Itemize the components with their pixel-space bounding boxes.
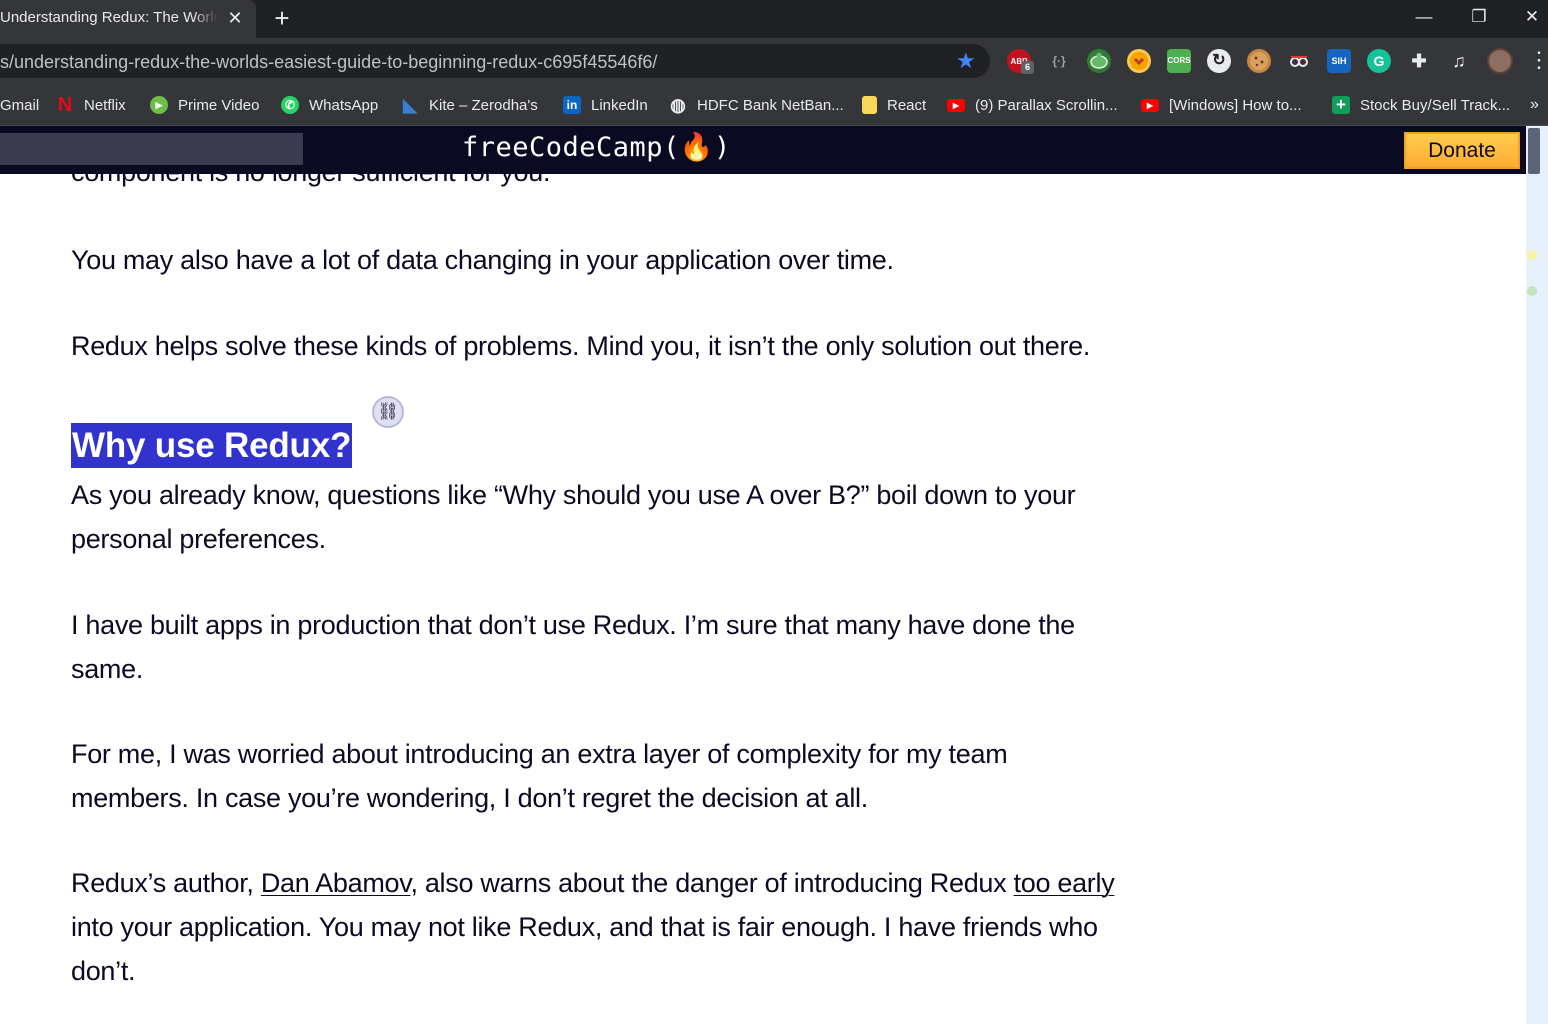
folder-note-icon [862, 96, 877, 114]
bookmark-label: Kite – Zerodha's [429, 96, 538, 114]
cookie-extension-icon[interactable] [1247, 49, 1271, 73]
adblock-plus-icon[interactable]: ABP 6 [1007, 49, 1034, 74]
paragraph-text: into your application. You may not like … [71, 912, 1098, 986]
sheets-plus-icon: + [1332, 95, 1350, 114]
article-body: component is no longer sufficient for yo… [0, 174, 1526, 1024]
paragraph: Redux helps solve these kinds of problem… [71, 331, 1091, 361]
sih-extension-icon[interactable]: SIH [1327, 49, 1351, 73]
linkedin-icon: in [563, 96, 581, 114]
bookmark-label: [Windows] How to... [1169, 96, 1302, 114]
paragraph: I have built apps in production that don… [71, 610, 1075, 684]
globe-icon: ◍ [670, 94, 686, 115]
too-early-link[interactable]: too early [1014, 868, 1115, 898]
paragraph: Redux’s author, Dan Abamov, also warns a… [71, 861, 1141, 993]
pocket-extension-icon[interactable] [1127, 49, 1151, 73]
paragraph-cutoff: component is no longer sufficient for yo… [71, 174, 551, 194]
youtube-icon: ▶ [1141, 98, 1159, 112]
refresh-extension-icon[interactable]: ↻ [1207, 49, 1231, 73]
cors-extension-icon[interactable]: CORS [1167, 49, 1191, 73]
scrollbar-thumb[interactable] [1528, 128, 1540, 174]
bookmark-kite-zerodha[interactable]: ◣ Kite – Zerodha's [401, 93, 538, 117]
spy-extension-icon[interactable] [1287, 49, 1311, 73]
extensions-puzzle-icon[interactable]: ✚ [1407, 49, 1431, 73]
bookmark-netflix[interactable]: N Netflix [56, 93, 126, 117]
grammarly-icon[interactable]: G [1367, 49, 1391, 73]
minimize-icon[interactable]: — [1404, 4, 1444, 30]
bookmark-label: React [887, 96, 927, 114]
bookmark-parallax[interactable]: ▶ (9) Parallax Scrollin... [947, 93, 1118, 117]
donate-button[interactable]: Donate [1404, 132, 1520, 169]
youtube-icon: ▶ [947, 98, 965, 112]
media-control-icon[interactable]: ♫ [1447, 49, 1471, 73]
bookmark-label: Stock Buy/Sell Track... [1360, 96, 1511, 114]
address-bar[interactable]: s/understanding-redux-the-worlds-easiest… [0, 44, 990, 78]
close-window-icon[interactable]: ✕ [1516, 4, 1548, 30]
netflix-icon: N [57, 93, 73, 116]
scroll-marker [1527, 250, 1537, 260]
bookmark-label: Gmail [0, 96, 40, 114]
paragraph-text: , also warns about the danger of introdu… [410, 868, 1014, 898]
profile-avatar[interactable] [1487, 48, 1513, 74]
bookmark-label: Prime Video [178, 96, 260, 114]
bookmark-label: WhatsApp [309, 96, 379, 114]
browser-menu-icon[interactable]: ⋮ [1528, 48, 1548, 72]
turtle-extension-icon[interactable] [1087, 49, 1111, 73]
bookmarks-overflow-icon[interactable]: » [1530, 93, 1539, 117]
search-input[interactable] [0, 133, 303, 165]
section-heading: Why use Redux? [71, 423, 353, 468]
kite-icon: ◣ [403, 94, 417, 115]
paragraph: For me, I was worried about introducing … [71, 739, 1008, 813]
bookmark-label: Netflix [84, 96, 126, 114]
bookmark-whatsapp[interactable]: ✆ WhatsApp [281, 93, 378, 117]
tab-close-icon[interactable]: ✕ [224, 7, 246, 29]
bookmark-label: HDFC Bank NetBan... [697, 96, 844, 114]
bookmark-gmail[interactable]: Gmail [0, 93, 39, 117]
bookmark-label: LinkedIn [591, 96, 648, 114]
tab-title: Understanding Redux: The World's Easiest… [0, 9, 218, 26]
bookmarks-bar: Gmail N Netflix ▶ Prime Video ✆ WhatsApp… [0, 84, 1548, 126]
heading-anchor-link-icon[interactable]: ⛓ [372, 396, 404, 428]
whatsapp-icon: ✆ [281, 96, 299, 114]
bookmark-stock-tracker[interactable]: + Stock Buy/Sell Track... [1332, 93, 1510, 117]
browser-tab-strip: Understanding Redux: The World's Easiest… [0, 0, 1548, 38]
new-tab-button[interactable]: + [265, 3, 299, 33]
browser-tab[interactable]: Understanding Redux: The World's Easiest… [0, 0, 256, 38]
bookmark-star-icon[interactable]: ★ [956, 48, 976, 74]
page-scrollbar[interactable] [1526, 126, 1548, 1024]
bookmark-label: (9) Parallax Scrollin... [975, 96, 1118, 114]
url-text[interactable]: s/understanding-redux-the-worlds-easiest… [0, 52, 940, 73]
site-navbar: freeCodeCamp(🔥) Donate [0, 126, 1526, 174]
browser-toolbar: s/understanding-redux-the-worlds-easiest… [0, 38, 1548, 84]
site-logo[interactable]: freeCodeCamp(🔥) [462, 131, 731, 163]
bookmark-react[interactable]: React [862, 93, 926, 117]
prime-video-icon: ▶ [150, 96, 168, 114]
dan-abramov-link[interactable]: Dan Abamov [261, 868, 411, 898]
paragraph: You may also have a lot of data changing… [71, 245, 894, 275]
scroll-marker [1527, 286, 1537, 296]
paragraph: As you already know, questions like “Why… [71, 480, 1076, 554]
bookmark-windows-howto[interactable]: ▶ [Windows] How to... [1141, 93, 1302, 117]
bookmark-linkedin[interactable]: in LinkedIn [563, 93, 648, 117]
bookmark-hdfc[interactable]: ◍ HDFC Bank NetBan... [669, 93, 844, 117]
restore-icon[interactable]: ❐ [1459, 4, 1499, 30]
json-extension-icon[interactable]: {·} [1047, 49, 1071, 73]
paragraph-text: Redux’s author, [71, 868, 261, 898]
adblock-badge: 6 [1021, 61, 1034, 74]
bookmark-prime-video[interactable]: ▶ Prime Video [150, 93, 259, 117]
